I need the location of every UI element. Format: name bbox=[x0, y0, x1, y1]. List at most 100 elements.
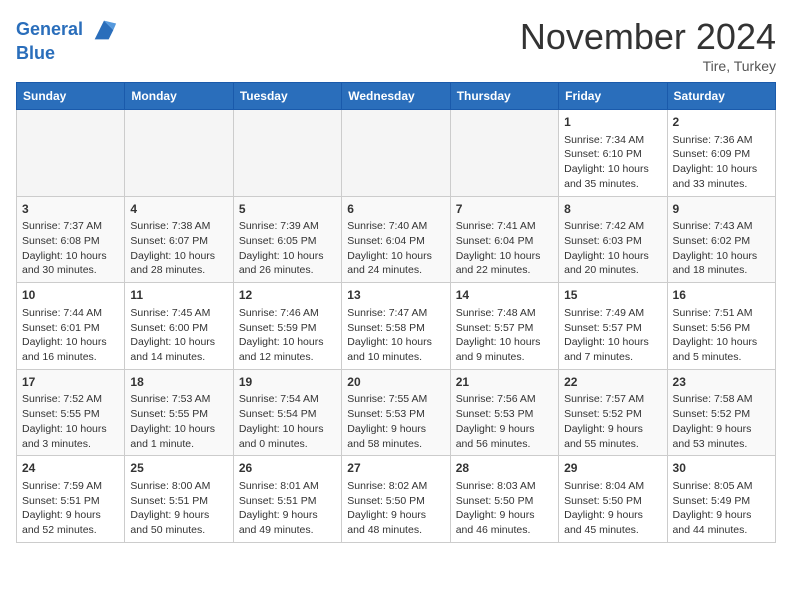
day-info: Sunset: 5:50 PM bbox=[564, 494, 661, 509]
day-info: Sunset: 5:52 PM bbox=[564, 407, 661, 422]
day-info: Sunset: 5:52 PM bbox=[673, 407, 770, 422]
day-info: Daylight: 10 hours and 7 minutes. bbox=[564, 335, 661, 364]
day-header-sunday: Sunday bbox=[17, 83, 125, 110]
day-info: Sunset: 5:56 PM bbox=[673, 321, 770, 336]
day-info: Sunrise: 7:38 AM bbox=[130, 219, 227, 234]
logo-icon bbox=[90, 16, 118, 44]
day-info: Daylight: 10 hours and 20 minutes. bbox=[564, 249, 661, 278]
day-cell: 23Sunrise: 7:58 AMSunset: 5:52 PMDayligh… bbox=[667, 369, 775, 456]
calendar-table: SundayMondayTuesdayWednesdayThursdayFrid… bbox=[16, 82, 776, 543]
day-info: Daylight: 9 hours and 55 minutes. bbox=[564, 422, 661, 451]
day-cell: 3Sunrise: 7:37 AMSunset: 6:08 PMDaylight… bbox=[17, 196, 125, 283]
day-info: Sunrise: 7:39 AM bbox=[239, 219, 336, 234]
day-cell: 15Sunrise: 7:49 AMSunset: 5:57 PMDayligh… bbox=[559, 283, 667, 370]
day-info: Sunset: 6:10 PM bbox=[564, 147, 661, 162]
day-info: Sunset: 6:04 PM bbox=[456, 234, 553, 249]
day-number: 18 bbox=[130, 374, 227, 391]
day-number: 24 bbox=[22, 460, 119, 477]
week-row-4: 17Sunrise: 7:52 AMSunset: 5:55 PMDayligh… bbox=[17, 369, 776, 456]
day-number: 3 bbox=[22, 201, 119, 218]
day-cell: 11Sunrise: 7:45 AMSunset: 6:00 PMDayligh… bbox=[125, 283, 233, 370]
day-info: Daylight: 10 hours and 26 minutes. bbox=[239, 249, 336, 278]
day-cell: 19Sunrise: 7:54 AMSunset: 5:54 PMDayligh… bbox=[233, 369, 341, 456]
month-title: November 2024 bbox=[520, 16, 776, 58]
day-info: Sunset: 5:58 PM bbox=[347, 321, 444, 336]
day-number: 22 bbox=[564, 374, 661, 391]
day-info: Sunset: 6:07 PM bbox=[130, 234, 227, 249]
day-info: Daylight: 9 hours and 56 minutes. bbox=[456, 422, 553, 451]
day-info: Sunset: 6:03 PM bbox=[564, 234, 661, 249]
day-info: Sunrise: 7:51 AM bbox=[673, 306, 770, 321]
logo: General Blue bbox=[16, 16, 118, 64]
day-number: 21 bbox=[456, 374, 553, 391]
day-number: 29 bbox=[564, 460, 661, 477]
location: Tire, Turkey bbox=[520, 58, 776, 74]
day-cell: 4Sunrise: 7:38 AMSunset: 6:07 PMDaylight… bbox=[125, 196, 233, 283]
day-info: Sunrise: 7:54 AM bbox=[239, 392, 336, 407]
day-info: Sunrise: 7:44 AM bbox=[22, 306, 119, 321]
day-cell: 21Sunrise: 7:56 AMSunset: 5:53 PMDayligh… bbox=[450, 369, 558, 456]
day-info: Sunrise: 7:45 AM bbox=[130, 306, 227, 321]
day-info: Sunrise: 7:36 AM bbox=[673, 133, 770, 148]
week-row-3: 10Sunrise: 7:44 AMSunset: 6:01 PMDayligh… bbox=[17, 283, 776, 370]
day-number: 30 bbox=[673, 460, 770, 477]
day-cell: 24Sunrise: 7:59 AMSunset: 5:51 PMDayligh… bbox=[17, 456, 125, 543]
day-info: Daylight: 10 hours and 3 minutes. bbox=[22, 422, 119, 451]
day-info: Sunset: 5:50 PM bbox=[456, 494, 553, 509]
day-info: Sunset: 6:02 PM bbox=[673, 234, 770, 249]
header-row: SundayMondayTuesdayWednesdayThursdayFrid… bbox=[17, 83, 776, 110]
day-header-saturday: Saturday bbox=[667, 83, 775, 110]
day-info: Sunrise: 7:57 AM bbox=[564, 392, 661, 407]
day-number: 17 bbox=[22, 374, 119, 391]
page-header: General Blue November 2024 Tire, Turkey bbox=[16, 16, 776, 74]
title-block: November 2024 Tire, Turkey bbox=[520, 16, 776, 74]
day-info: Sunset: 5:49 PM bbox=[673, 494, 770, 509]
day-number: 20 bbox=[347, 374, 444, 391]
day-info: Daylight: 9 hours and 45 minutes. bbox=[564, 508, 661, 537]
day-number: 9 bbox=[673, 201, 770, 218]
day-info: Sunset: 5:55 PM bbox=[130, 407, 227, 422]
day-info: Daylight: 10 hours and 10 minutes. bbox=[347, 335, 444, 364]
day-info: Daylight: 10 hours and 30 minutes. bbox=[22, 249, 119, 278]
day-number: 4 bbox=[130, 201, 227, 218]
day-info: Sunset: 6:08 PM bbox=[22, 234, 119, 249]
day-info: Sunrise: 7:59 AM bbox=[22, 479, 119, 494]
day-header-thursday: Thursday bbox=[450, 83, 558, 110]
day-info: Daylight: 9 hours and 46 minutes. bbox=[456, 508, 553, 537]
day-info: Daylight: 10 hours and 35 minutes. bbox=[564, 162, 661, 191]
day-number: 10 bbox=[22, 287, 119, 304]
week-row-1: 1Sunrise: 7:34 AMSunset: 6:10 PMDaylight… bbox=[17, 110, 776, 197]
day-info: Sunset: 5:55 PM bbox=[22, 407, 119, 422]
day-info: Sunset: 5:59 PM bbox=[239, 321, 336, 336]
day-info: Sunrise: 7:42 AM bbox=[564, 219, 661, 234]
day-info: Daylight: 10 hours and 33 minutes. bbox=[673, 162, 770, 191]
day-cell: 25Sunrise: 8:00 AMSunset: 5:51 PMDayligh… bbox=[125, 456, 233, 543]
day-cell bbox=[125, 110, 233, 197]
week-row-2: 3Sunrise: 7:37 AMSunset: 6:08 PMDaylight… bbox=[17, 196, 776, 283]
day-info: Sunset: 5:53 PM bbox=[347, 407, 444, 422]
day-info: Sunset: 5:51 PM bbox=[130, 494, 227, 509]
day-info: Sunset: 5:57 PM bbox=[456, 321, 553, 336]
day-info: Daylight: 10 hours and 9 minutes. bbox=[456, 335, 553, 364]
day-info: Sunset: 5:51 PM bbox=[239, 494, 336, 509]
day-cell: 1Sunrise: 7:34 AMSunset: 6:10 PMDaylight… bbox=[559, 110, 667, 197]
logo-text: General bbox=[16, 16, 118, 44]
day-cell: 10Sunrise: 7:44 AMSunset: 6:01 PMDayligh… bbox=[17, 283, 125, 370]
day-cell: 12Sunrise: 7:46 AMSunset: 5:59 PMDayligh… bbox=[233, 283, 341, 370]
day-cell: 9Sunrise: 7:43 AMSunset: 6:02 PMDaylight… bbox=[667, 196, 775, 283]
day-info: Daylight: 9 hours and 44 minutes. bbox=[673, 508, 770, 537]
day-cell bbox=[17, 110, 125, 197]
day-number: 19 bbox=[239, 374, 336, 391]
day-number: 28 bbox=[456, 460, 553, 477]
day-cell: 20Sunrise: 7:55 AMSunset: 5:53 PMDayligh… bbox=[342, 369, 450, 456]
day-number: 26 bbox=[239, 460, 336, 477]
day-cell: 5Sunrise: 7:39 AMSunset: 6:05 PMDaylight… bbox=[233, 196, 341, 283]
day-header-friday: Friday bbox=[559, 83, 667, 110]
day-cell: 14Sunrise: 7:48 AMSunset: 5:57 PMDayligh… bbox=[450, 283, 558, 370]
day-info: Sunset: 5:54 PM bbox=[239, 407, 336, 422]
day-info: Sunset: 5:53 PM bbox=[456, 407, 553, 422]
day-info: Daylight: 10 hours and 12 minutes. bbox=[239, 335, 336, 364]
day-cell: 22Sunrise: 7:57 AMSunset: 5:52 PMDayligh… bbox=[559, 369, 667, 456]
day-info: Sunset: 6:04 PM bbox=[347, 234, 444, 249]
day-cell: 30Sunrise: 8:05 AMSunset: 5:49 PMDayligh… bbox=[667, 456, 775, 543]
